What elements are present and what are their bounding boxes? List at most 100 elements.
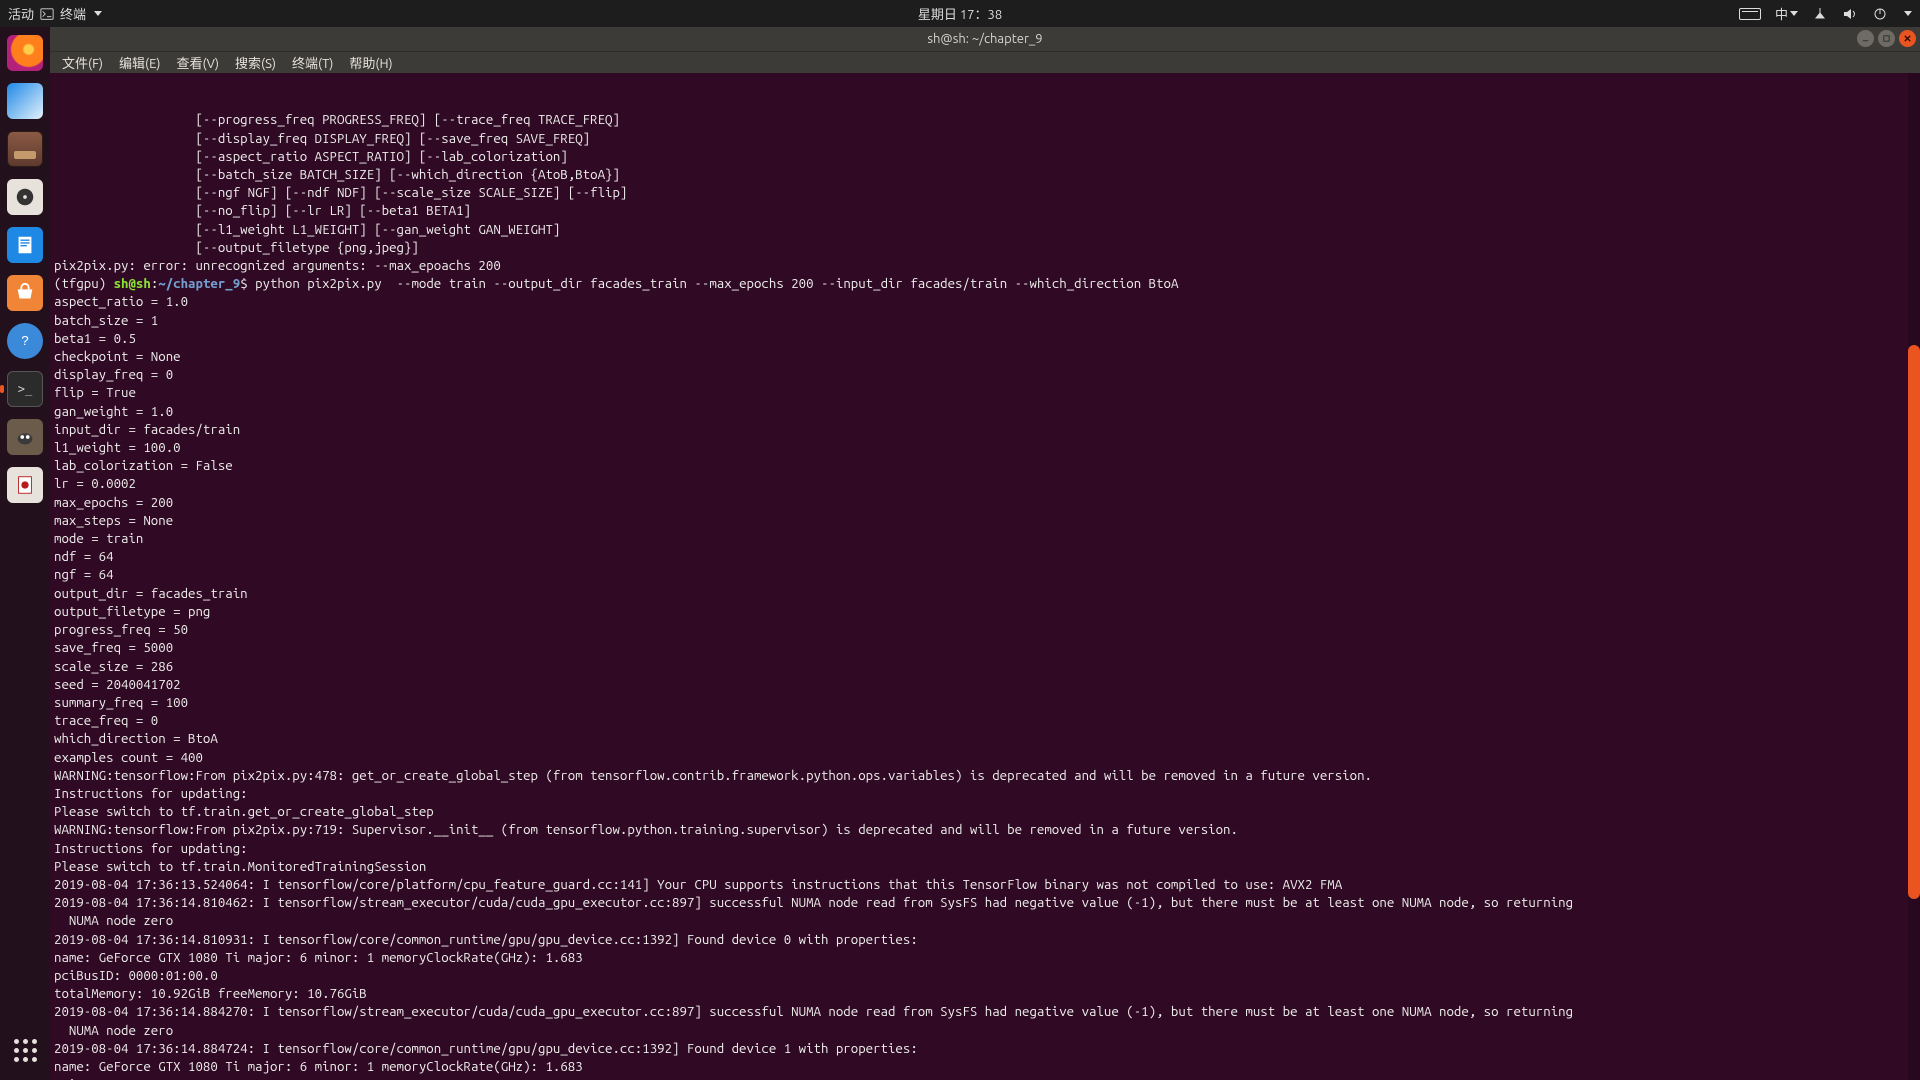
- dock-files[interactable]: [5, 129, 45, 169]
- terminal-line: pix2pix.py: error: unrecognized argument…: [54, 257, 1916, 275]
- terminal-line: max_steps = None: [54, 512, 1916, 530]
- window-title-label: sh@sh: ~/chapter_9: [927, 32, 1042, 46]
- terminal-line: mode = train: [54, 530, 1916, 548]
- terminal-line: pciBusID: 0000:01:00.0: [54, 967, 1916, 985]
- terminal-line: lr = 0.0002: [54, 475, 1916, 493]
- activities-button[interactable]: 活动: [8, 4, 34, 23]
- terminal-line: scale_size = 286: [54, 658, 1916, 676]
- dock-help[interactable]: ?: [5, 321, 45, 361]
- terminal-line: display_freq = 0: [54, 366, 1916, 384]
- terminal-line: [--no_flip] [--lr LR] [--beta1 BETA1]: [54, 202, 1916, 220]
- terminal-line: 2019-08-04 17:36:13.524064: I tensorflow…: [54, 876, 1916, 894]
- terminal-line: WARNING:tensorflow:From pix2pix.py:478: …: [54, 767, 1916, 785]
- chevron-down-icon: [94, 11, 102, 16]
- clock[interactable]: 星期日 17：38: [918, 4, 1002, 23]
- menu-bar: 文件(F) 编辑(E) 查看(V) 搜索(S) 终端(T) 帮助(H): [50, 51, 1920, 73]
- terminal-line: 2019-08-04 17:36:14.884724: I tensorflow…: [54, 1040, 1916, 1058]
- terminal-line: WARNING:tensorflow:From pix2pix.py:719: …: [54, 821, 1916, 839]
- menu-search[interactable]: 搜索(S): [229, 51, 282, 74]
- terminal-line: name: GeForce GTX 1080 Ti major: 6 minor…: [54, 949, 1916, 967]
- ime-label: 中: [1775, 4, 1788, 23]
- terminal-line: 2019-08-04 17:36:14.810931: I tensorflow…: [54, 931, 1916, 949]
- app-menu[interactable]: 终端: [40, 4, 102, 23]
- dock-thunderbird[interactable]: [5, 81, 45, 121]
- dock-terminal[interactable]: [5, 369, 45, 409]
- menu-view[interactable]: 查看(V): [171, 51, 225, 74]
- terminal-line: ndf = 64: [54, 548, 1916, 566]
- window-close-button[interactable]: [1899, 30, 1916, 47]
- ime-indicator[interactable]: 中: [1775, 4, 1798, 23]
- network-icon[interactable]: [1812, 6, 1828, 22]
- terminal-scrollbar[interactable]: [1908, 73, 1920, 1080]
- keyboard-indicator-icon[interactable]: [1739, 8, 1761, 20]
- terminal-line: trace_freq = 0: [54, 712, 1916, 730]
- dock-gimp[interactable]: [5, 417, 45, 457]
- terminal-line: output_dir = facades_train: [54, 585, 1916, 603]
- terminal-line: gan_weight = 1.0: [54, 403, 1916, 421]
- terminal-line: [--display_freq DISPLAY_FREQ] [--save_fr…: [54, 130, 1916, 148]
- terminal-line: NUMA node zero: [54, 912, 1916, 930]
- terminal-line: [--output_filetype {png,jpeg}]: [54, 239, 1916, 257]
- terminal-line: examples count = 400: [54, 749, 1916, 767]
- terminal-line: ngf = 64: [54, 566, 1916, 584]
- terminal-line: [--batch_size BATCH_SIZE] [--which_direc…: [54, 166, 1916, 184]
- terminal-indicator-icon: [40, 7, 54, 21]
- terminal-line: NUMA node zero: [54, 1022, 1916, 1040]
- window-maximize-button[interactable]: [1878, 30, 1895, 47]
- terminal-line: name: GeForce GTX 1080 Ti major: 6 minor…: [54, 1058, 1916, 1076]
- terminal-line: lab_colorization = False: [54, 457, 1916, 475]
- terminal-line: Instructions for updating:: [54, 785, 1916, 803]
- terminal-line: pciBusID: 0000:02:00.0: [54, 1076, 1916, 1080]
- terminal-line: input_dir = facades/train: [54, 421, 1916, 439]
- terminal-line: Please switch to tf.train.get_or_create_…: [54, 803, 1916, 821]
- clock-label: 星期日 17：38: [918, 4, 1002, 23]
- terminal-line: [--aspect_ratio ASPECT_RATIO] [--lab_col…: [54, 148, 1916, 166]
- terminal-line: Instructions for updating:: [54, 840, 1916, 858]
- menu-edit[interactable]: 编辑(E): [113, 51, 166, 74]
- volume-icon[interactable]: [1842, 6, 1858, 22]
- chevron-down-icon: [1904, 11, 1912, 16]
- terminal-line: [--l1_weight L1_WEIGHT] [--gan_weight GA…: [54, 221, 1916, 239]
- window-minimize-button[interactable]: [1857, 30, 1874, 47]
- apps-grid-icon: [14, 1039, 37, 1062]
- menu-help[interactable]: 帮助(H): [343, 51, 398, 74]
- dock-writer[interactable]: [5, 225, 45, 265]
- power-icon[interactable]: [1872, 6, 1888, 22]
- top-panel: 活动 终端 星期日 17：38 中: [0, 0, 1920, 27]
- terminal-line: (tfgpu) sh@sh:~/chapter_9$ python pix2pi…: [54, 275, 1916, 293]
- terminal-line: which_direction = BtoA: [54, 730, 1916, 748]
- terminal-line: beta1 = 0.5: [54, 330, 1916, 348]
- terminal-line: max_epochs = 200: [54, 494, 1916, 512]
- terminal-line: flip = True: [54, 384, 1916, 402]
- terminal-line: seed = 2040041702: [54, 676, 1916, 694]
- terminal-line: checkpoint = None: [54, 348, 1916, 366]
- terminal-window: sh@sh: ~/chapter_9 文件(F) 编辑(E) 查看(V) 搜索(…: [50, 27, 1920, 1080]
- terminal-line: totalMemory: 10.92GiB freeMemory: 10.76G…: [54, 985, 1916, 1003]
- terminal-line: progress_freq = 50: [54, 621, 1916, 639]
- terminal-line: [--progress_freq PROGRESS_FREQ] [--trace…: [54, 111, 1916, 129]
- terminal-line: [--ngf NGF] [--ndf NDF] [--scale_size SC…: [54, 184, 1916, 202]
- dock-software[interactable]: [5, 273, 45, 313]
- terminal-line: save_freq = 5000: [54, 639, 1916, 657]
- terminal-scroll-thumb[interactable]: [1908, 345, 1920, 899]
- dock-firefox[interactable]: [5, 33, 45, 73]
- dock-pdf[interactable]: [5, 465, 45, 505]
- chevron-down-icon: [1790, 11, 1798, 16]
- terminal-viewport[interactable]: [--progress_freq PROGRESS_FREQ] [--trace…: [50, 73, 1920, 1080]
- terminal-line: 2019-08-04 17:36:14.884270: I tensorflow…: [54, 1003, 1916, 1021]
- menu-file[interactable]: 文件(F): [56, 51, 109, 74]
- terminal-line: output_filetype = png: [54, 603, 1916, 621]
- show-applications-button[interactable]: [5, 1030, 45, 1070]
- terminal-line: 2019-08-04 17:36:14.810462: I tensorflow…: [54, 894, 1916, 912]
- terminal-line: aspect_ratio = 1.0: [54, 293, 1916, 311]
- terminal-line: Please switch to tf.train.MonitoredTrain…: [54, 858, 1916, 876]
- dock: ?: [0, 27, 50, 1080]
- menu-terminal[interactable]: 终端(T): [286, 51, 339, 74]
- terminal-line: summary_freq = 100: [54, 694, 1916, 712]
- terminal-line: batch_size = 1: [54, 312, 1916, 330]
- window-titlebar[interactable]: sh@sh: ~/chapter_9: [50, 27, 1920, 51]
- terminal-line: l1_weight = 100.0: [54, 439, 1916, 457]
- dock-rhythmbox[interactable]: [5, 177, 45, 217]
- app-menu-label: 终端: [60, 4, 86, 23]
- svg-text:?: ?: [21, 333, 28, 348]
